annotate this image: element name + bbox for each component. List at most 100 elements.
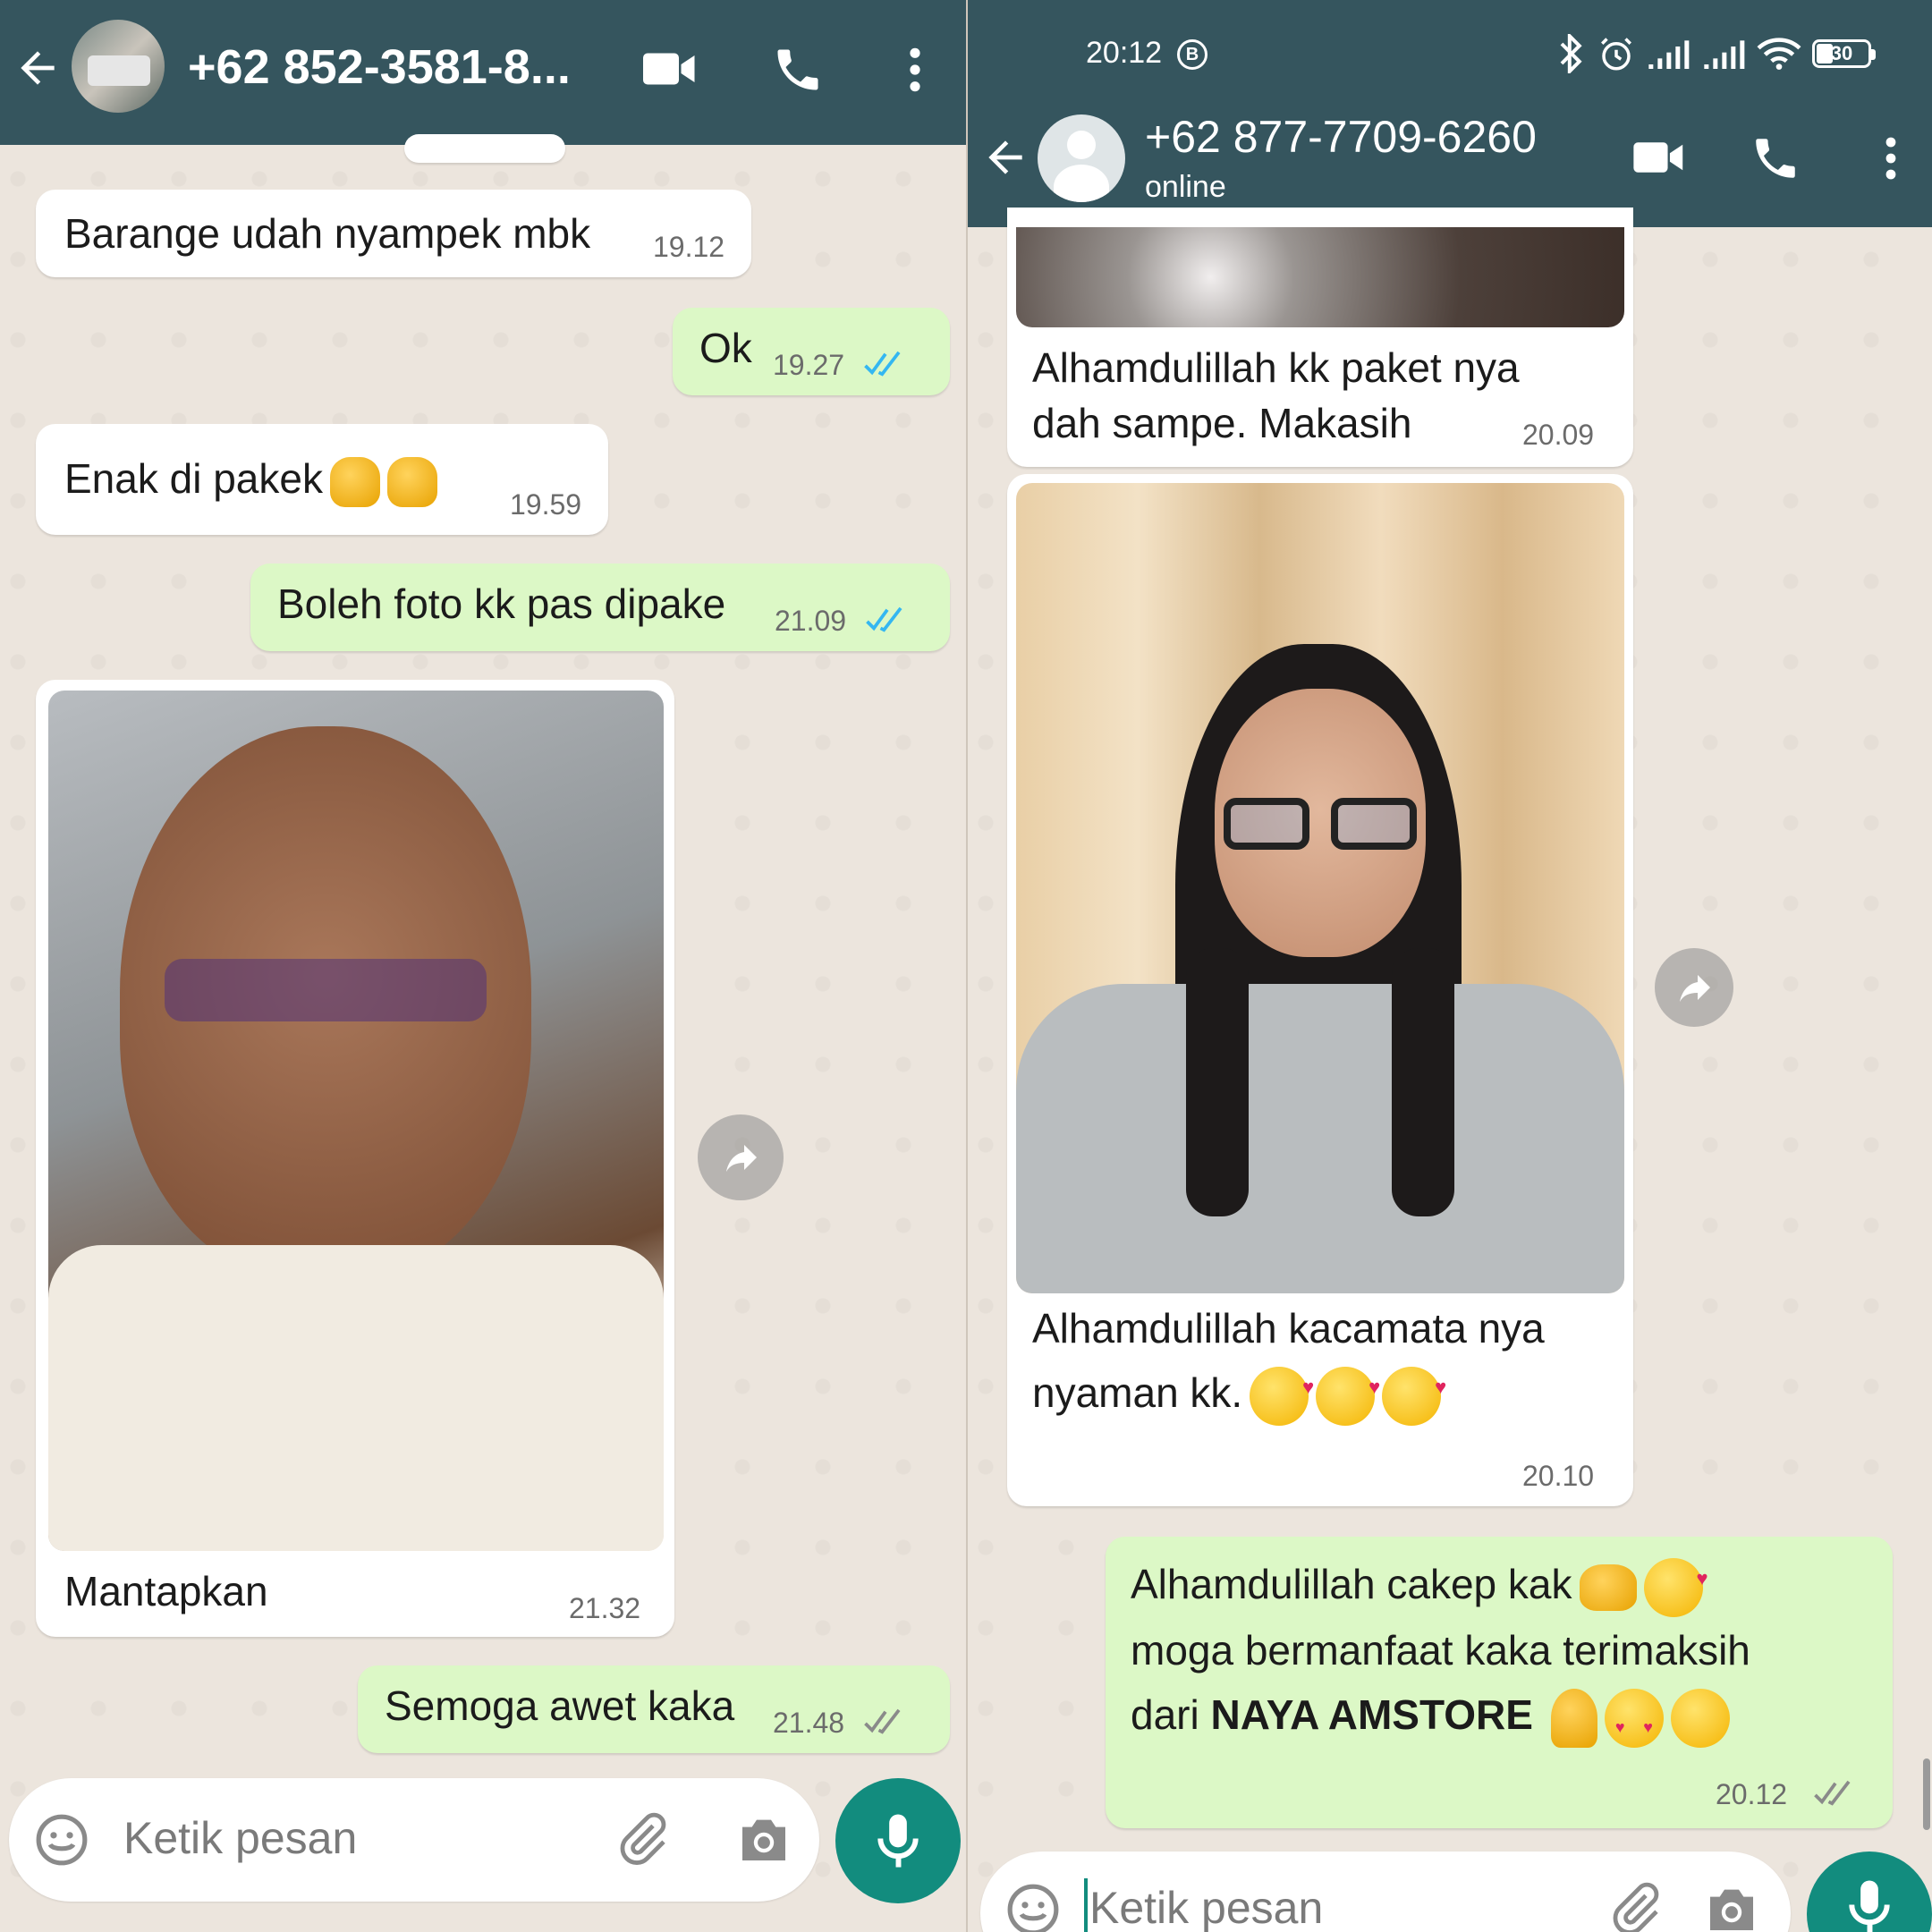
forward-icon bbox=[1680, 975, 1710, 1002]
battery-level: 30 bbox=[1830, 42, 1853, 64]
message-text: Semoga awet kaka bbox=[385, 1682, 735, 1729]
incoming-photo-message[interactable]: Alhamdulillah kacamata nya nyaman kk. 20… bbox=[1007, 474, 1633, 1506]
double-tick-icon bbox=[1814, 1780, 1851, 1806]
message-text: moga bermanfaat kaka terimaksih bbox=[1131, 1627, 1750, 1674]
emoji-icon[interactable] bbox=[34, 1812, 89, 1868]
smiling-face-hearts-emoji-icon bbox=[1382, 1360, 1446, 1426]
store-name: NAYA AMSTORE bbox=[1210, 1691, 1533, 1738]
shared-photo[interactable] bbox=[1016, 483, 1624, 1293]
outgoing-message-bubble[interactable]: Alhamdulillah cakep kak moga bermanfaat … bbox=[1106, 1537, 1893, 1828]
caption-text: nyaman kk. bbox=[1032, 1369, 1243, 1416]
message-time: 19.12 bbox=[653, 231, 725, 263]
message-line: Alhamdulillah cakep kak bbox=[1131, 1551, 1708, 1617]
message-time: 19.27 bbox=[773, 349, 845, 381]
video-call-icon[interactable] bbox=[1631, 136, 1687, 179]
photo-caption: Mantapkan bbox=[64, 1568, 268, 1614]
heart-eyes-emoji-icon bbox=[1604, 1688, 1664, 1755]
message-time: 20.10 bbox=[1522, 1460, 1595, 1492]
thumbs-up-emoji-icon bbox=[329, 456, 380, 507]
video-call-icon[interactable] bbox=[640, 47, 699, 91]
photo-caption-line: dah sampe. Makasih bbox=[1032, 400, 1412, 446]
back-arrow-icon[interactable] bbox=[13, 43, 63, 93]
message-time: 21.48 bbox=[773, 1707, 845, 1739]
battery-icon: 30 bbox=[1812, 39, 1876, 68]
emoji-icon[interactable] bbox=[1005, 1882, 1061, 1932]
folded-hands-emoji-icon bbox=[1550, 1688, 1597, 1748]
message-input[interactable]: Ketik pesan bbox=[1089, 1882, 1323, 1932]
contact-avatar[interactable] bbox=[72, 20, 165, 113]
voice-call-icon[interactable] bbox=[1750, 132, 1801, 184]
double-tick-icon bbox=[866, 606, 902, 632]
attach-icon[interactable] bbox=[1606, 1880, 1664, 1932]
mic-button[interactable] bbox=[835, 1778, 961, 1903]
message-time: 21.32 bbox=[569, 1592, 641, 1624]
left-chat-screen: +62 852-3581-8... Barange udah nyampek m… bbox=[0, 0, 966, 1932]
open-hands-emoji-icon bbox=[1579, 1563, 1637, 1611]
message-text: Ok bbox=[699, 325, 752, 371]
contact-avatar[interactable] bbox=[1038, 114, 1125, 202]
contact-name[interactable]: +62 877-7709-6260 bbox=[1145, 111, 1537, 163]
message-text: Barange udah nyampek mbk bbox=[64, 210, 591, 257]
message-time: 20.12 bbox=[1716, 1778, 1788, 1810]
thumbs-up-emoji-icon bbox=[386, 456, 437, 507]
message-time: 21.09 bbox=[775, 605, 847, 637]
double-tick-icon bbox=[864, 1708, 901, 1734]
shared-photo[interactable] bbox=[1016, 227, 1624, 327]
status-time: 20:12 bbox=[1086, 36, 1163, 70]
b-badge-icon: B bbox=[1177, 39, 1208, 70]
incoming-photo-message[interactable]: Mantapkan 21.32 bbox=[36, 680, 674, 1637]
forward-icon bbox=[726, 1145, 757, 1172]
message-input-bar[interactable]: Ketik pesan bbox=[9, 1778, 819, 1902]
outgoing-message-bubble[interactable]: Boleh foto kk pas dipake 21.09 bbox=[250, 564, 950, 651]
message-input[interactable]: Ketik pesan bbox=[123, 1812, 357, 1864]
right-chat-screen: 20:12 B 30 +62 877-7709-6260 online Alha… bbox=[966, 0, 1932, 1932]
message-text: dari bbox=[1131, 1691, 1211, 1738]
camera-icon[interactable] bbox=[1703, 1882, 1760, 1932]
hugging-face-emoji-icon bbox=[1670, 1688, 1730, 1748]
more-vert-icon[interactable] bbox=[1878, 134, 1903, 182]
mic-icon bbox=[1849, 1880, 1890, 1932]
chat-header: 20:12 B 30 +62 877-7709-6260 online bbox=[968, 0, 1932, 227]
scrollbar-thumb[interactable] bbox=[1923, 1758, 1930, 1830]
incoming-message-bubble[interactable]: Barange udah nyampek mbk 19.12 bbox=[36, 190, 751, 277]
message-time: 19.59 bbox=[510, 488, 582, 521]
incoming-message-bubble[interactable]: Enak di pakek 19.59 bbox=[36, 424, 608, 535]
previous-message-bubble bbox=[404, 134, 565, 163]
alarm-icon bbox=[1601, 38, 1631, 71]
contact-name[interactable]: +62 852-3581-8... bbox=[188, 39, 571, 95]
contact-status: online bbox=[1145, 170, 1226, 204]
message-text-content: Enak di pakek bbox=[64, 455, 323, 502]
message-text: Alhamdulillah cakep kak bbox=[1131, 1561, 1572, 1607]
status-bar: 20:12 B 30 bbox=[968, 0, 1932, 113]
forward-button[interactable] bbox=[698, 1114, 784, 1200]
signal-icon bbox=[1648, 40, 1690, 69]
message-time: 20.09 bbox=[1522, 419, 1595, 451]
double-tick-icon bbox=[864, 351, 901, 377]
wifi-icon bbox=[1757, 38, 1801, 70]
mic-icon bbox=[877, 1814, 919, 1868]
attach-icon[interactable] bbox=[614, 1810, 671, 1868]
shared-photo[interactable] bbox=[48, 691, 664, 1551]
message-text: Boleh foto kk pas dipake bbox=[277, 580, 726, 627]
bluetooth-icon bbox=[1560, 34, 1582, 73]
photo-caption-line: Alhamdulillah kacamata nya bbox=[1032, 1305, 1545, 1352]
photo-caption-line: Alhamdulillah kk paket nya bbox=[1032, 344, 1520, 391]
smiling-face-hearts-emoji-icon bbox=[1643, 1551, 1708, 1617]
smiling-face-hearts-emoji-icon bbox=[1316, 1360, 1380, 1426]
message-text: Enak di pakek bbox=[64, 451, 437, 507]
signal-icon bbox=[1704, 40, 1745, 69]
photo-caption-line: nyaman kk. bbox=[1032, 1360, 1446, 1426]
more-vert-icon[interactable] bbox=[902, 45, 928, 95]
back-arrow-icon[interactable] bbox=[980, 132, 1030, 182]
chat-header: +62 852-3581-8... bbox=[0, 0, 966, 145]
incoming-photo-message[interactable]: Alhamdulillah kk paket nya dah sampe. Ma… bbox=[1007, 208, 1633, 467]
text-cursor bbox=[1084, 1878, 1088, 1932]
smiling-face-hearts-emoji-icon bbox=[1250, 1360, 1314, 1426]
voice-call-icon[interactable] bbox=[771, 43, 825, 97]
forward-button[interactable] bbox=[1655, 948, 1733, 1027]
outgoing-message-bubble[interactable]: Ok 19.27 bbox=[673, 308, 950, 395]
message-line: dari NAYA AMSTORE bbox=[1131, 1687, 1730, 1755]
message-input-bar[interactable]: Ketik pesan bbox=[980, 1852, 1791, 1932]
outgoing-message-bubble[interactable]: Semoga awet kaka 21.48 bbox=[358, 1665, 950, 1753]
camera-icon[interactable] bbox=[735, 1812, 792, 1866]
